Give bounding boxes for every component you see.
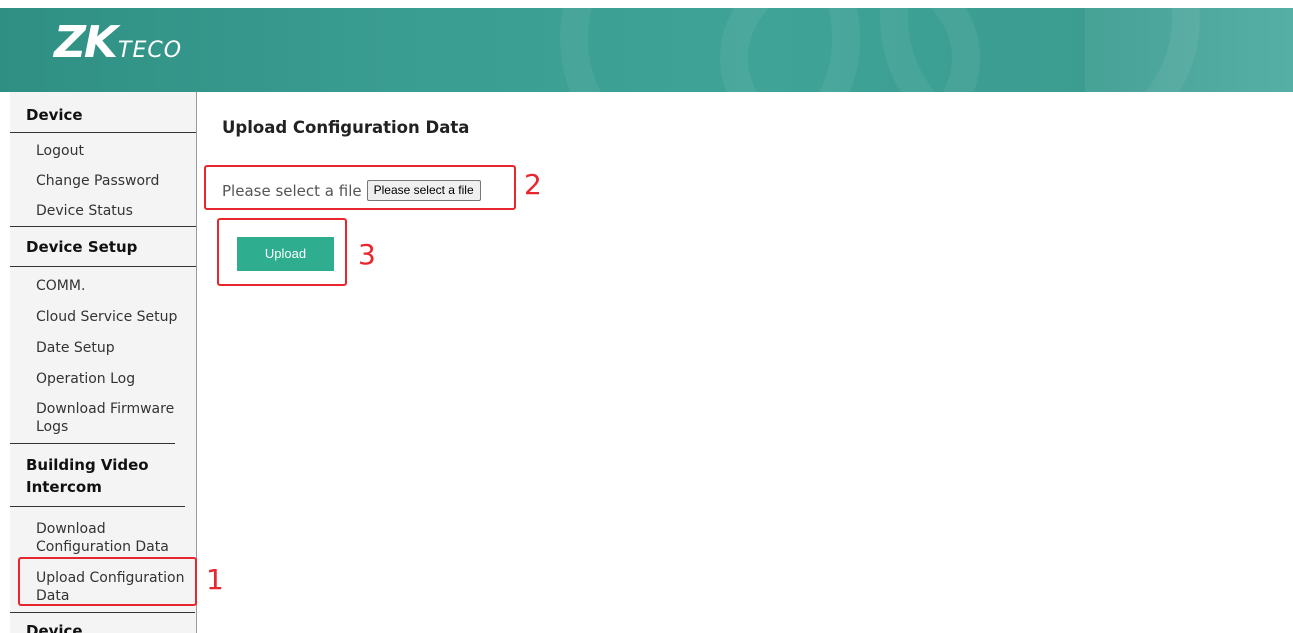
sidebar-item-cloud-service-setup[interactable]: Cloud Service Setup xyxy=(10,308,196,326)
sidebar-item-download-firmware-logs[interactable]: Download Firmware Logs xyxy=(10,400,175,444)
sidebar-item-date-setup[interactable]: Date Setup xyxy=(10,339,196,357)
annotation-number-3: 3 xyxy=(358,238,376,271)
annotation-box-step-1 xyxy=(18,557,197,606)
sidebar-group-device[interactable]: Device xyxy=(10,92,196,133)
banner-panel xyxy=(1085,8,1293,92)
sidebar-item-change-password[interactable]: Change Password xyxy=(10,172,196,190)
annotation-number-1: 1 xyxy=(206,563,224,596)
logo-main-text: ZK xyxy=(54,17,118,68)
top-strip xyxy=(0,0,1293,8)
annotation-box-step-3 xyxy=(217,218,347,286)
sidebar-group-building-video-intercom[interactable]: Building Video Intercom xyxy=(10,444,185,507)
header-banner: ZK TECO xyxy=(0,8,1293,92)
sidebar: Device Logout Change Password Device Sta… xyxy=(10,92,197,633)
sidebar-item-device-status[interactable]: Device Status xyxy=(10,202,196,227)
page-title: Upload Configuration Data xyxy=(222,118,470,137)
sidebar-group-device-setup[interactable]: Device Setup xyxy=(10,227,196,267)
annotation-number-2: 2 xyxy=(524,168,542,201)
logo-sub-text: TECO xyxy=(118,38,183,63)
sidebar-item-operation-log[interactable]: Operation Log xyxy=(10,370,196,388)
sidebar-item-logout[interactable]: Logout xyxy=(10,142,196,160)
annotation-box-step-2 xyxy=(204,165,516,210)
sidebar-item-comm[interactable]: COMM. xyxy=(10,277,196,295)
sidebar-item-download-configuration-data[interactable]: Download Configuration Data xyxy=(10,520,185,556)
zkteco-logo: ZK TECO xyxy=(54,18,182,68)
sidebar-group-device-2[interactable]: Device xyxy=(10,613,196,633)
